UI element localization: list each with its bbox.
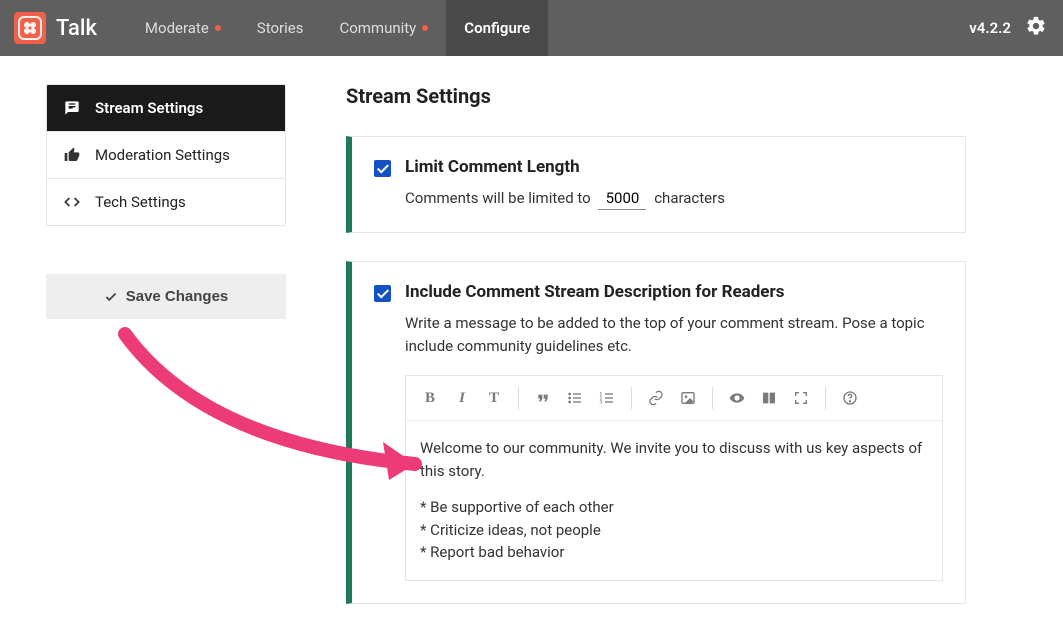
svg-text:3: 3 <box>600 400 603 405</box>
description-checkbox[interactable] <box>374 285 391 302</box>
quote-button[interactable] <box>529 384 557 412</box>
eye-icon <box>729 390 745 406</box>
rich-text-editor: B I T 123 <box>405 375 943 581</box>
toolbar-separator <box>631 387 632 409</box>
notification-dot-icon <box>422 25 428 31</box>
description-title: Include Comment Stream Description for R… <box>405 282 784 302</box>
italic-button[interactable]: I <box>448 384 476 412</box>
fullscreen-button[interactable] <box>787 384 815 412</box>
sidebar: Stream Settings Moderation Settings Tech… <box>46 84 286 632</box>
top-nav: Talk Moderate Stories Community Configur… <box>0 0 1063 56</box>
nav-items: Moderate Stories Community Configure <box>127 0 548 56</box>
nav-stories[interactable]: Stories <box>239 0 322 56</box>
toolbar-separator <box>825 387 826 409</box>
sidebar-item-moderation[interactable]: Moderation Settings <box>47 131 285 178</box>
description-help: Write a message to be added to the top o… <box>405 312 943 357</box>
help-button[interactable] <box>836 384 864 412</box>
brand-name: Talk <box>56 16 97 41</box>
editor-line: * Be supportive of each other <box>420 498 614 516</box>
page-body: Stream Settings Moderation Settings Tech… <box>0 56 1063 632</box>
sidebar-item-label: Moderation Settings <box>95 146 230 164</box>
nav-moderate[interactable]: Moderate <box>127 0 239 56</box>
limit-title: Limit Comment Length <box>405 157 580 177</box>
card-stream-description: Include Comment Stream Description for R… <box>346 261 966 604</box>
sidebar-item-label: Stream Settings <box>95 99 203 117</box>
thumbs-icon <box>63 147 81 163</box>
gear-icon <box>1025 15 1047 37</box>
save-label: Save Changes <box>126 288 229 305</box>
nav-label: Community <box>339 19 416 37</box>
nav-configure[interactable]: Configure <box>446 0 548 56</box>
code-icon <box>63 194 81 210</box>
toolbar-separator <box>712 387 713 409</box>
limit-desc-pre: Comments will be limited to <box>405 189 591 207</box>
page-title: Stream Settings <box>346 84 966 108</box>
fullscreen-icon <box>793 390 809 406</box>
bullet-list-icon <box>567 390 583 406</box>
nav-community[interactable]: Community <box>321 0 446 56</box>
editor-line: * Criticize ideas, not people <box>420 521 601 539</box>
limit-checkbox[interactable] <box>374 160 391 177</box>
editor-line: Welcome to our community. We invite you … <box>420 437 928 482</box>
version-label: v4.2.2 <box>969 19 1011 37</box>
nav-label: Configure <box>464 19 530 37</box>
char-limit-input[interactable] <box>598 189 646 210</box>
limit-body: Comments will be limited to characters <box>405 187 943 210</box>
help-icon <box>842 390 858 406</box>
ordered-list-icon: 123 <box>599 390 615 406</box>
editor-line: * Report bad behavior <box>420 543 564 561</box>
side-by-side-button[interactable] <box>755 384 783 412</box>
brand-logo-icon <box>14 12 46 44</box>
columns-icon <box>761 390 777 406</box>
title-button[interactable]: T <box>480 384 508 412</box>
main-content: Stream Settings Limit Comment Length Com… <box>346 84 966 632</box>
bold-button[interactable]: B <box>416 384 444 412</box>
link-icon <box>648 390 664 406</box>
link-button[interactable] <box>642 384 670 412</box>
settings-button[interactable] <box>1025 15 1047 41</box>
toolbar-separator <box>518 387 519 409</box>
sidebar-list: Stream Settings Moderation Settings Tech… <box>46 84 286 226</box>
image-icon <box>680 390 696 406</box>
card-limit-length: Limit Comment Length Comments will be li… <box>346 136 966 233</box>
preview-button[interactable] <box>723 384 751 412</box>
check-icon <box>104 290 118 304</box>
editor-toolbar: B I T 123 <box>406 376 942 421</box>
sidebar-item-label: Tech Settings <box>95 193 186 211</box>
sidebar-item-stream[interactable]: Stream Settings <box>47 85 285 131</box>
quote-icon <box>535 390 551 406</box>
nav-label: Stories <box>257 19 304 37</box>
sidebar-item-tech[interactable]: Tech Settings <box>47 178 285 225</box>
notification-dot-icon <box>215 25 221 31</box>
ol-button[interactable]: 123 <box>593 384 621 412</box>
nav-label: Moderate <box>145 19 209 37</box>
editor-textarea[interactable]: Welcome to our community. We invite you … <box>406 421 942 580</box>
image-button[interactable] <box>674 384 702 412</box>
brand[interactable]: Talk <box>14 12 97 44</box>
save-button[interactable]: Save Changes <box>46 274 286 319</box>
ul-button[interactable] <box>561 384 589 412</box>
limit-desc-post: characters <box>654 189 725 207</box>
comment-icon <box>63 100 81 116</box>
